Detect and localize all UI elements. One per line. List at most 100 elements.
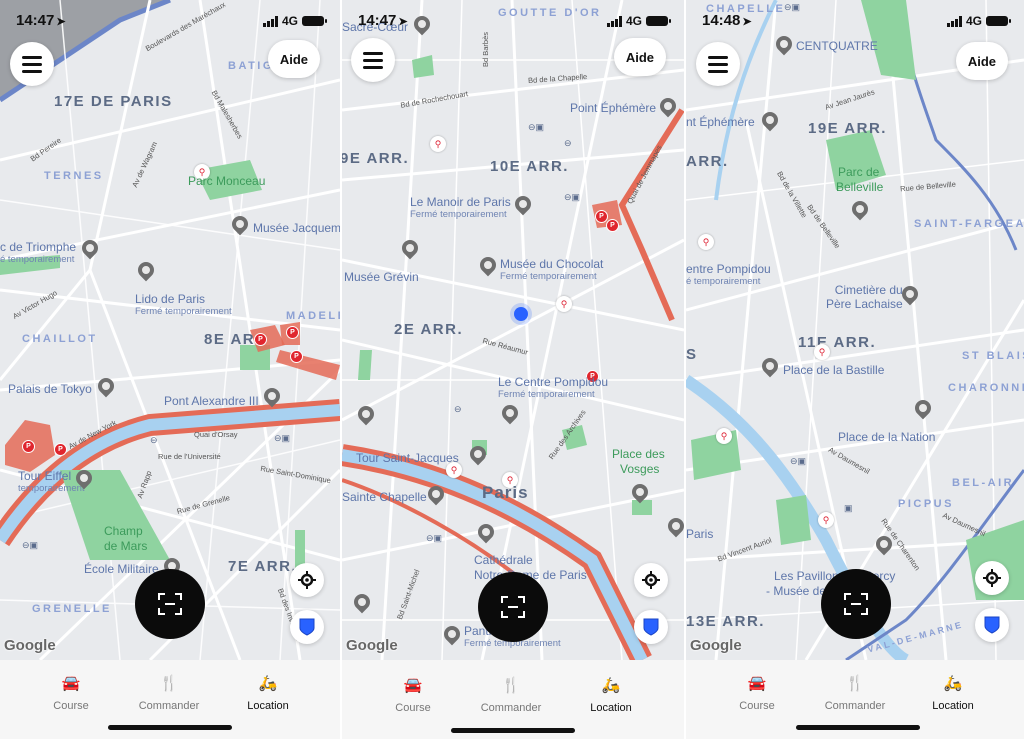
tab-bar: 🚘 Course 🍴 Commander 🛵 Location: [686, 660, 1024, 739]
hamburger-line: [708, 62, 728, 66]
tab-label: Location: [932, 700, 974, 712]
tab-label: Location: [247, 700, 289, 712]
screen-2: Sacré-Cœur GOUTTE D'OR Bd Barbès Bd de l…: [342, 0, 684, 739]
shield-icon: [643, 618, 659, 636]
bike-station-icon[interactable]: ⚲: [716, 428, 732, 444]
metro-icon: ⊖▣: [22, 540, 39, 550]
parking-zone-icon[interactable]: P: [286, 326, 299, 339]
network-label: 4G: [965, 14, 982, 28]
safety-button[interactable]: [634, 610, 668, 644]
district-label: 17E DE PARIS: [54, 93, 173, 110]
poi-label: Palais de Tokyo: [8, 382, 92, 396]
location-arrow-icon: ➤: [56, 16, 66, 28]
tab-label: Commander: [480, 702, 542, 714]
scan-icon: [158, 593, 182, 615]
tab-label: Course: [739, 700, 775, 712]
map-view[interactable]: CHAPELLE ⊖▣ CENTQUATRE Av Jean Jaurès nt…: [686, 0, 1024, 660]
bike-station-icon[interactable]: ⚲: [818, 512, 834, 528]
status-bar: 14:47 ➤ 4G: [342, 12, 684, 30]
district-label: PICPUS: [898, 498, 954, 510]
hamburger-icon: [363, 51, 383, 55]
bike-station-icon[interactable]: ⚲: [814, 344, 830, 360]
poi-name: Musée du Chocolat: [500, 257, 604, 271]
parking-zone-icon[interactable]: P: [254, 333, 267, 346]
safety-button[interactable]: [290, 610, 324, 644]
metro-icon: ⊖▣: [790, 456, 807, 466]
poi-label: c de Triomphe é temporairement: [0, 240, 76, 265]
tab-course[interactable]: 🚘 Course: [368, 676, 458, 714]
street-label: Quai d'Orsay: [194, 430, 238, 439]
tab-commander[interactable]: 🍴 Commander: [124, 674, 214, 712]
district-label: S: [686, 346, 698, 363]
poi-label: Paris: [686, 527, 714, 541]
metro-icon: ⊖▣: [564, 192, 581, 202]
bike-station-icon[interactable]: ⚲: [556, 296, 572, 312]
safety-button[interactable]: [975, 608, 1009, 642]
bike-station-icon[interactable]: ⚲: [446, 462, 462, 478]
tab-commander[interactable]: 🍴 Commander: [466, 676, 556, 714]
crosshair-icon: [983, 569, 1001, 587]
tab-label: Location: [590, 702, 632, 714]
help-button[interactable]: Aide: [955, 42, 1008, 80]
poi-name: Père Lachaise: [826, 297, 903, 311]
map-view[interactable]: Sacré-Cœur GOUTTE D'OR Bd Barbès Bd de l…: [342, 0, 684, 660]
scan-icon: [501, 596, 525, 618]
tab-commander[interactable]: 🍴 Commander: [810, 674, 900, 712]
district-label: 11E ARR.: [798, 334, 877, 351]
bike-station-icon[interactable]: ⚲: [430, 136, 446, 152]
locate-button[interactable]: [634, 563, 668, 597]
help-button[interactable]: Aide: [613, 38, 666, 76]
parking-zone-icon[interactable]: P: [606, 219, 619, 232]
home-indicator: [108, 725, 232, 730]
district-label: 7E ARR.: [228, 558, 298, 575]
fork-spoon-icon: 🍴: [501, 677, 521, 694]
scan-button[interactable]: [478, 572, 548, 642]
locate-button[interactable]: [290, 563, 324, 597]
locate-button[interactable]: [975, 561, 1009, 595]
tab-location[interactable]: 🛵 Location: [566, 676, 656, 714]
poi-status: é temporairement: [686, 276, 761, 287]
poi-label: nt Éphémère: [686, 115, 755, 129]
menu-button[interactable]: [351, 38, 395, 82]
menu-button[interactable]: [10, 42, 54, 86]
poi-label: Musée Grévin: [344, 270, 419, 284]
district-label: 10E ARR.: [490, 158, 569, 175]
park-label: Belleville: [836, 180, 884, 194]
map-view[interactable]: Boulevards des Maréchaux 17E DE PARIS BA…: [0, 0, 340, 660]
fork-spoon-icon: 🍴: [159, 675, 179, 692]
shield-icon: [299, 618, 315, 636]
poi-status: Fermé temporairement: [498, 389, 595, 400]
scan-button[interactable]: [135, 569, 205, 639]
bike-station-icon[interactable]: ⚲: [698, 234, 714, 250]
tab-location[interactable]: 🛵 Location: [908, 674, 998, 712]
scan-button[interactable]: [821, 569, 891, 639]
signal-group: 4G: [262, 14, 327, 28]
district-label: TERNES: [44, 170, 104, 182]
google-logo: Google: [4, 637, 56, 654]
district-label: MADELEI: [286, 310, 340, 322]
car-icon: 🚘: [61, 675, 81, 692]
parking-zone-icon[interactable]: P: [54, 443, 67, 456]
district-label: 9E ARR.: [342, 150, 410, 167]
tab-bar: 🚘 Course 🍴 Commander 🛵 Location: [0, 660, 340, 739]
poi-name: Le Manoir de Paris: [410, 195, 511, 209]
signal-icon: [606, 15, 622, 27]
hamburger-icon: [22, 55, 42, 59]
poi-label: Le Centre Pompidou Fermé temporairement: [498, 375, 608, 400]
poi-label: École Militaire: [84, 562, 159, 576]
parking-zone-icon[interactable]: P: [290, 350, 303, 363]
tab-course[interactable]: 🚘 Course: [712, 674, 802, 712]
help-button[interactable]: Aide: [267, 40, 320, 78]
poi-label: Le Manoir de Paris Fermé temporairement: [410, 195, 511, 220]
network-label: 4G: [281, 14, 298, 28]
time-text: 14:47: [358, 12, 397, 29]
tab-course[interactable]: 🚘 Course: [26, 674, 116, 712]
scooter-icon: 🛵: [943, 675, 963, 692]
hamburger-icon: [708, 55, 728, 59]
parking-zone-icon[interactable]: P: [22, 440, 35, 453]
tab-location[interactable]: 🛵 Location: [223, 674, 313, 712]
user-location-dot: [514, 307, 528, 321]
scan-icon: [844, 593, 868, 615]
district-label: CHARONNE: [948, 382, 1024, 394]
menu-button[interactable]: [696, 42, 740, 86]
